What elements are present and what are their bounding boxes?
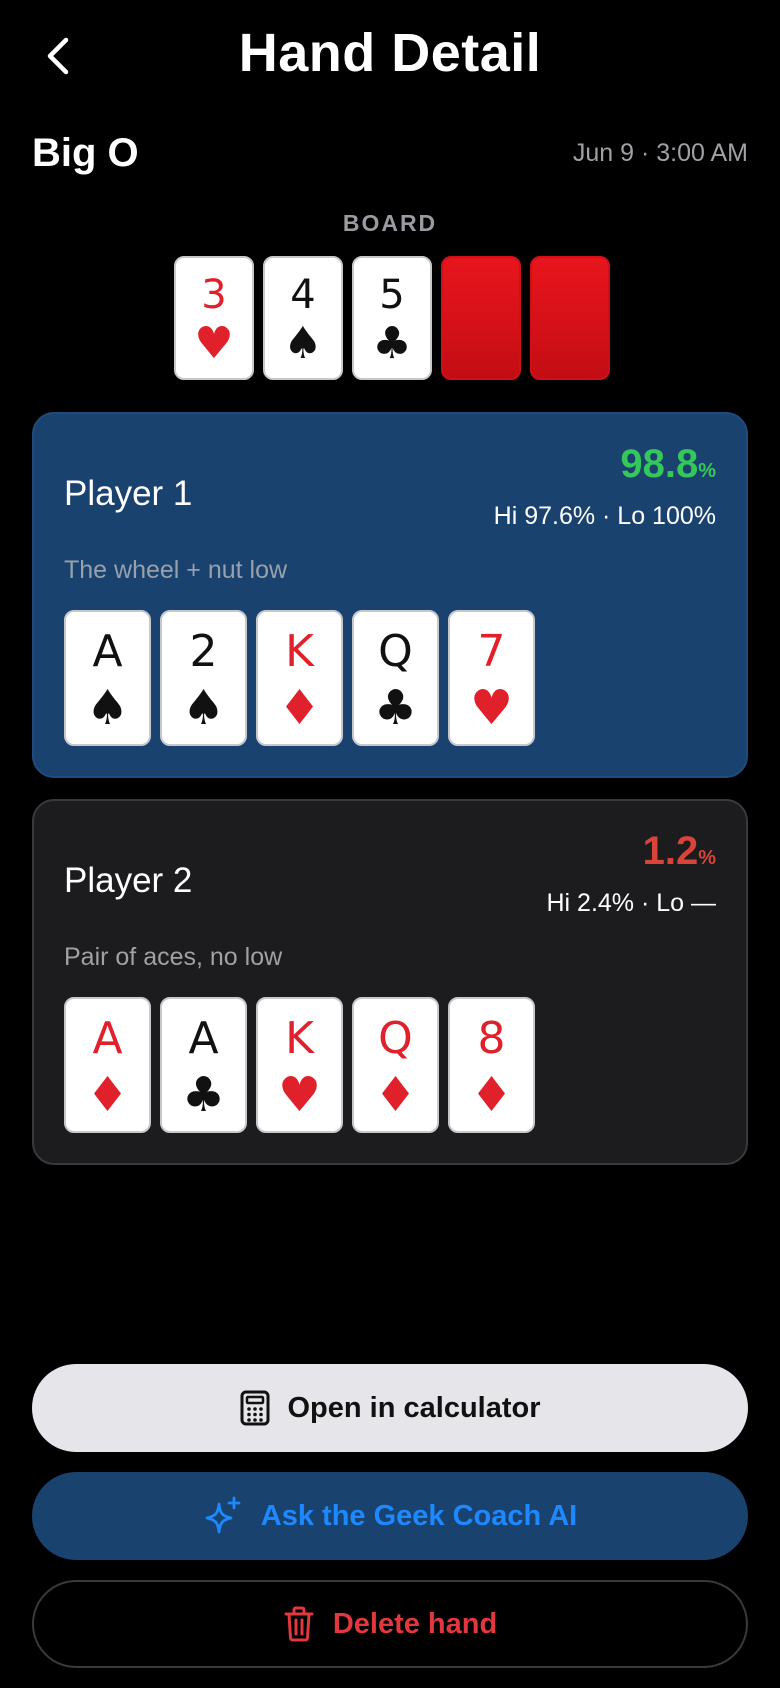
card-rank: A <box>188 1013 219 1064</box>
card-suit-icon: ♥ <box>194 318 234 369</box>
card-rank: Q <box>378 1013 413 1064</box>
playing-card: 5 ♣ <box>352 256 432 380</box>
hand-description: Pair of aces, no low <box>64 943 283 971</box>
card-suit-icon: ♣ <box>372 318 412 369</box>
card-suit-icon: ♦ <box>85 1067 130 1123</box>
hole-cards: A ♦ A ♣ K ♥ Q ♦ 8 ♦ <box>64 997 535 1133</box>
playing-card: 7 ♥ <box>448 610 535 746</box>
card-rank: A <box>92 1013 123 1064</box>
trash-icon <box>283 1606 315 1642</box>
card-rank: A <box>92 626 123 677</box>
card-rank: 7 <box>477 626 506 677</box>
nav-header: Hand Detail <box>0 0 780 120</box>
open-calculator-button[interactable]: Open in calculator <box>32 1364 748 1452</box>
card-suit-icon: ♥ <box>469 680 514 736</box>
equity-unit: % <box>698 847 716 869</box>
page-title: Hand Detail <box>238 23 542 83</box>
equity-value: 98.8 <box>620 442 699 486</box>
playing-card: 4 ♠ <box>263 256 343 380</box>
equity-value: 1.2 <box>642 829 699 873</box>
hand-description: The wheel + nut low <box>64 556 288 584</box>
playing-card: 2 ♠ <box>160 610 247 746</box>
card-rank: 3 <box>201 272 227 318</box>
sparkles-icon <box>203 1496 243 1536</box>
face-down-card <box>441 256 521 380</box>
equity-unit: % <box>698 460 716 482</box>
card-suit-icon: ♠ <box>181 680 226 736</box>
card-rank: 4 <box>290 272 316 318</box>
card-suit-icon: ♣ <box>181 1067 226 1123</box>
hi-lo-breakdown: Hi 97.6% · Lo 100% <box>493 502 716 530</box>
delete-hand-button[interactable]: Delete hand <box>32 1580 748 1668</box>
card-suit-icon: ♠ <box>283 318 323 369</box>
card-rank: 8 <box>477 1013 506 1064</box>
playing-card: A ♠ <box>64 610 151 746</box>
card-rank: K <box>285 1013 314 1064</box>
board-label: BOARD <box>342 210 438 236</box>
game-type: Big O <box>32 130 139 175</box>
playing-card: 3 ♥ <box>174 256 254 380</box>
player-1-card: Player 1 98.8% Hi 97.6% · Lo 100% The wh… <box>32 412 748 778</box>
playing-card: K ♦ <box>256 610 343 746</box>
player-name: Player 1 <box>64 474 193 513</box>
card-suit-icon: ♦ <box>469 1067 514 1123</box>
card-rank: 2 <box>189 626 218 677</box>
calculator-icon <box>240 1390 270 1426</box>
ask-coach-button[interactable]: Ask the Geek Coach AI <box>32 1472 748 1560</box>
playing-card: Q ♦ <box>352 997 439 1133</box>
hand-datetime: Jun 9 · 3:00 AM <box>572 138 748 167</box>
player-name: Player 2 <box>64 861 193 900</box>
delete-hand-label: Delete hand <box>332 1607 498 1640</box>
equity-percent: 98.8% <box>620 442 716 487</box>
open-calculator-label: Open in calculator <box>287 1391 541 1424</box>
card-suit-icon: ♥ <box>277 1067 322 1123</box>
playing-card: 8 ♦ <box>448 997 535 1133</box>
card-rank: 5 <box>379 272 405 318</box>
equity-percent: 1.2% <box>643 829 716 874</box>
hi-lo-breakdown: Hi 2.4% · Lo — <box>546 889 716 917</box>
hole-cards: A ♠ 2 ♠ K ♦ Q ♣ 7 ♥ <box>64 610 535 746</box>
playing-card: K ♥ <box>256 997 343 1133</box>
card-suit-icon: ♦ <box>277 680 322 736</box>
card-suit-icon: ♠ <box>85 680 130 736</box>
board-cards: 3 ♥ 4 ♠ 5 ♣ <box>174 256 610 380</box>
playing-card: Q ♣ <box>352 610 439 746</box>
playing-card: A ♦ <box>64 997 151 1133</box>
card-rank: K <box>285 626 314 677</box>
card-suit-icon: ♦ <box>373 1067 418 1123</box>
face-down-card <box>530 256 610 380</box>
playing-card: A ♣ <box>160 997 247 1133</box>
card-suit-icon: ♣ <box>373 680 418 736</box>
card-rank: Q <box>378 626 413 677</box>
player-2-card: Player 2 1.2% Hi 2.4% · Lo — Pair of ace… <box>32 799 748 1165</box>
ask-coach-label: Ask the Geek Coach AI <box>260 1499 578 1532</box>
hand-info-row: Big O Jun 9 · 3:00 AM <box>32 128 748 178</box>
